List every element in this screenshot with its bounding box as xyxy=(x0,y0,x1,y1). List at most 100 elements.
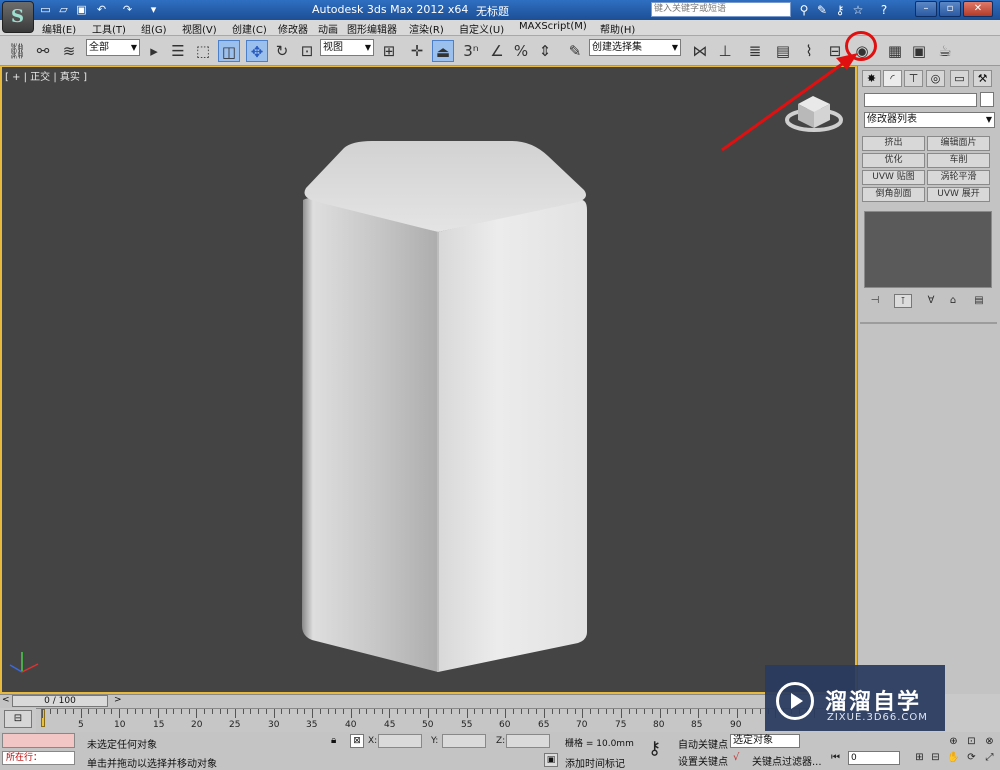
modifier-button-bevel-profile[interactable]: 倒角剖面 xyxy=(862,187,925,202)
modifier-button-edit-patch[interactable]: 编辑面片 xyxy=(927,136,990,151)
prism-object[interactable] xyxy=(302,141,587,672)
modify-tab-icon[interactable]: ◜ xyxy=(883,70,902,87)
track-tick xyxy=(258,709,260,714)
track-tick xyxy=(404,709,406,714)
create-tab-icon[interactable]: ✸ xyxy=(862,70,881,87)
track-tick xyxy=(759,709,761,714)
track-tick xyxy=(582,709,584,718)
modifier-button-unwrap-uvw[interactable]: UVW 展开 xyxy=(927,187,990,202)
track-tick xyxy=(134,709,136,714)
zoom-extents-icon[interactable]: ⊞ xyxy=(912,751,927,765)
show-end-result-icon[interactable]: ⊺ xyxy=(894,294,912,308)
orbit-icon[interactable]: ⊗ xyxy=(982,735,997,749)
maximize-viewport-icon[interactable]: ⤢ xyxy=(982,751,997,765)
pan-view-icon[interactable]: ✋ xyxy=(946,751,961,765)
field-of-view-icon[interactable]: ⊡ xyxy=(964,735,979,749)
prism-left-face xyxy=(302,198,438,672)
track-tick xyxy=(381,709,383,714)
configure-modifier-sets-icon[interactable]: ▤ xyxy=(970,294,988,308)
lock-selection-icon[interactable]: 🔒︎ xyxy=(331,735,336,746)
track-tick xyxy=(173,709,175,714)
maxscript-line[interactable]: 所在行： xyxy=(2,751,75,765)
modifier-button-optimize[interactable]: 优化 xyxy=(862,153,925,168)
modifier-button-extrude[interactable]: 挤出 xyxy=(862,136,925,151)
track-tick xyxy=(196,709,198,718)
track-tick xyxy=(150,709,152,714)
modifier-stack-view[interactable] xyxy=(864,211,992,288)
absolute-mode-icon[interactable]: ⊠ xyxy=(350,734,364,748)
track-tick xyxy=(111,709,113,714)
x-coord-field[interactable] xyxy=(378,734,422,748)
hierarchy-tab-icon[interactable]: ⊤ xyxy=(904,70,923,87)
track-tick xyxy=(505,709,507,718)
track-tick xyxy=(366,709,368,714)
time-slider-knob[interactable]: 0 / 100 xyxy=(12,695,108,707)
track-tick xyxy=(358,709,360,714)
track-tick xyxy=(204,709,206,714)
time-slider[interactable] xyxy=(0,694,857,708)
time-tag-icon[interactable]: ▣ xyxy=(544,753,558,767)
maxscript-listener-mini[interactable] xyxy=(2,733,75,748)
track-tick xyxy=(474,709,476,714)
time-prev-icon[interactable]: < xyxy=(2,695,10,705)
go-to-start-icon[interactable]: ⏮ xyxy=(828,751,843,765)
track-tick xyxy=(682,709,684,714)
track-tick xyxy=(343,709,345,714)
track-tick xyxy=(551,709,553,714)
zoom-all-icon[interactable]: ⊟ xyxy=(928,751,943,765)
track-tick xyxy=(57,709,59,714)
zoom-icon[interactable]: ⊕ xyxy=(946,735,961,749)
y-label: Y: xyxy=(431,736,439,746)
x-label: X: xyxy=(368,736,378,746)
track-tick xyxy=(458,709,460,714)
track-tick xyxy=(227,709,229,714)
track-tick xyxy=(412,709,414,714)
track-tick xyxy=(88,709,90,714)
y-coord-field[interactable] xyxy=(442,734,486,748)
selected-dropdown[interactable]: 选定对象 xyxy=(730,734,800,748)
remove-modifier-icon[interactable]: ⌂ xyxy=(944,294,962,308)
current-frame-field[interactable]: 0 xyxy=(848,751,900,765)
track-tick xyxy=(713,709,715,714)
z-label: Z: xyxy=(496,736,506,746)
object-name-field[interactable] xyxy=(864,93,977,107)
utilities-tab-icon[interactable]: ⚒ xyxy=(973,70,992,87)
track-tick xyxy=(721,709,723,714)
track-tick xyxy=(690,709,692,714)
set-key-icon[interactable]: ⚷ xyxy=(648,738,661,759)
track-tick xyxy=(165,709,167,714)
mini-curve-editor-icon[interactable]: ⊟ xyxy=(4,710,32,728)
display-tab-icon[interactable]: ▭ xyxy=(950,70,969,87)
object-color-swatch[interactable] xyxy=(980,92,994,107)
time-next-icon[interactable]: > xyxy=(114,695,122,705)
make-unique-icon[interactable]: ∀ xyxy=(922,294,940,308)
add-time-tag[interactable]: 添加时间标记 xyxy=(565,755,625,770)
modifier-button-lathe[interactable]: 车削 xyxy=(927,153,990,168)
pin-stack-icon[interactable]: ⊣ xyxy=(866,294,884,308)
key-filters-button[interactable]: 关键点过滤器... xyxy=(752,753,822,768)
track-tick xyxy=(752,709,754,714)
auto-key-button[interactable]: 自动关键点 xyxy=(678,736,728,751)
z-coord-field[interactable] xyxy=(506,734,550,748)
set-key-button[interactable]: 设置关键点 xyxy=(678,753,728,768)
viewcube[interactable] xyxy=(785,96,843,132)
track-tick xyxy=(157,709,159,718)
track-tick xyxy=(72,709,74,714)
modifier-button-turbosmooth[interactable]: 涡轮平滑 xyxy=(927,170,990,185)
arc-rotate-icon[interactable]: ⟳ xyxy=(964,751,979,765)
track-tick xyxy=(621,709,622,718)
track-tick xyxy=(744,709,746,714)
track-tick xyxy=(235,709,236,718)
track-tick xyxy=(80,709,82,718)
app-logo-button[interactable]: S xyxy=(2,1,34,33)
track-tick xyxy=(497,709,499,714)
track-tick xyxy=(651,709,653,714)
modifier-button-uvw-map[interactable]: UVW 贴图 xyxy=(862,170,925,185)
modifier-list-dropdown[interactable]: 修改器列表 xyxy=(864,112,995,128)
track-tick xyxy=(536,709,538,714)
track-tick xyxy=(420,709,422,714)
track-tick xyxy=(219,709,221,714)
track-tick xyxy=(736,709,738,718)
track-tick xyxy=(636,709,638,714)
motion-tab-icon[interactable]: ◎ xyxy=(926,70,945,87)
